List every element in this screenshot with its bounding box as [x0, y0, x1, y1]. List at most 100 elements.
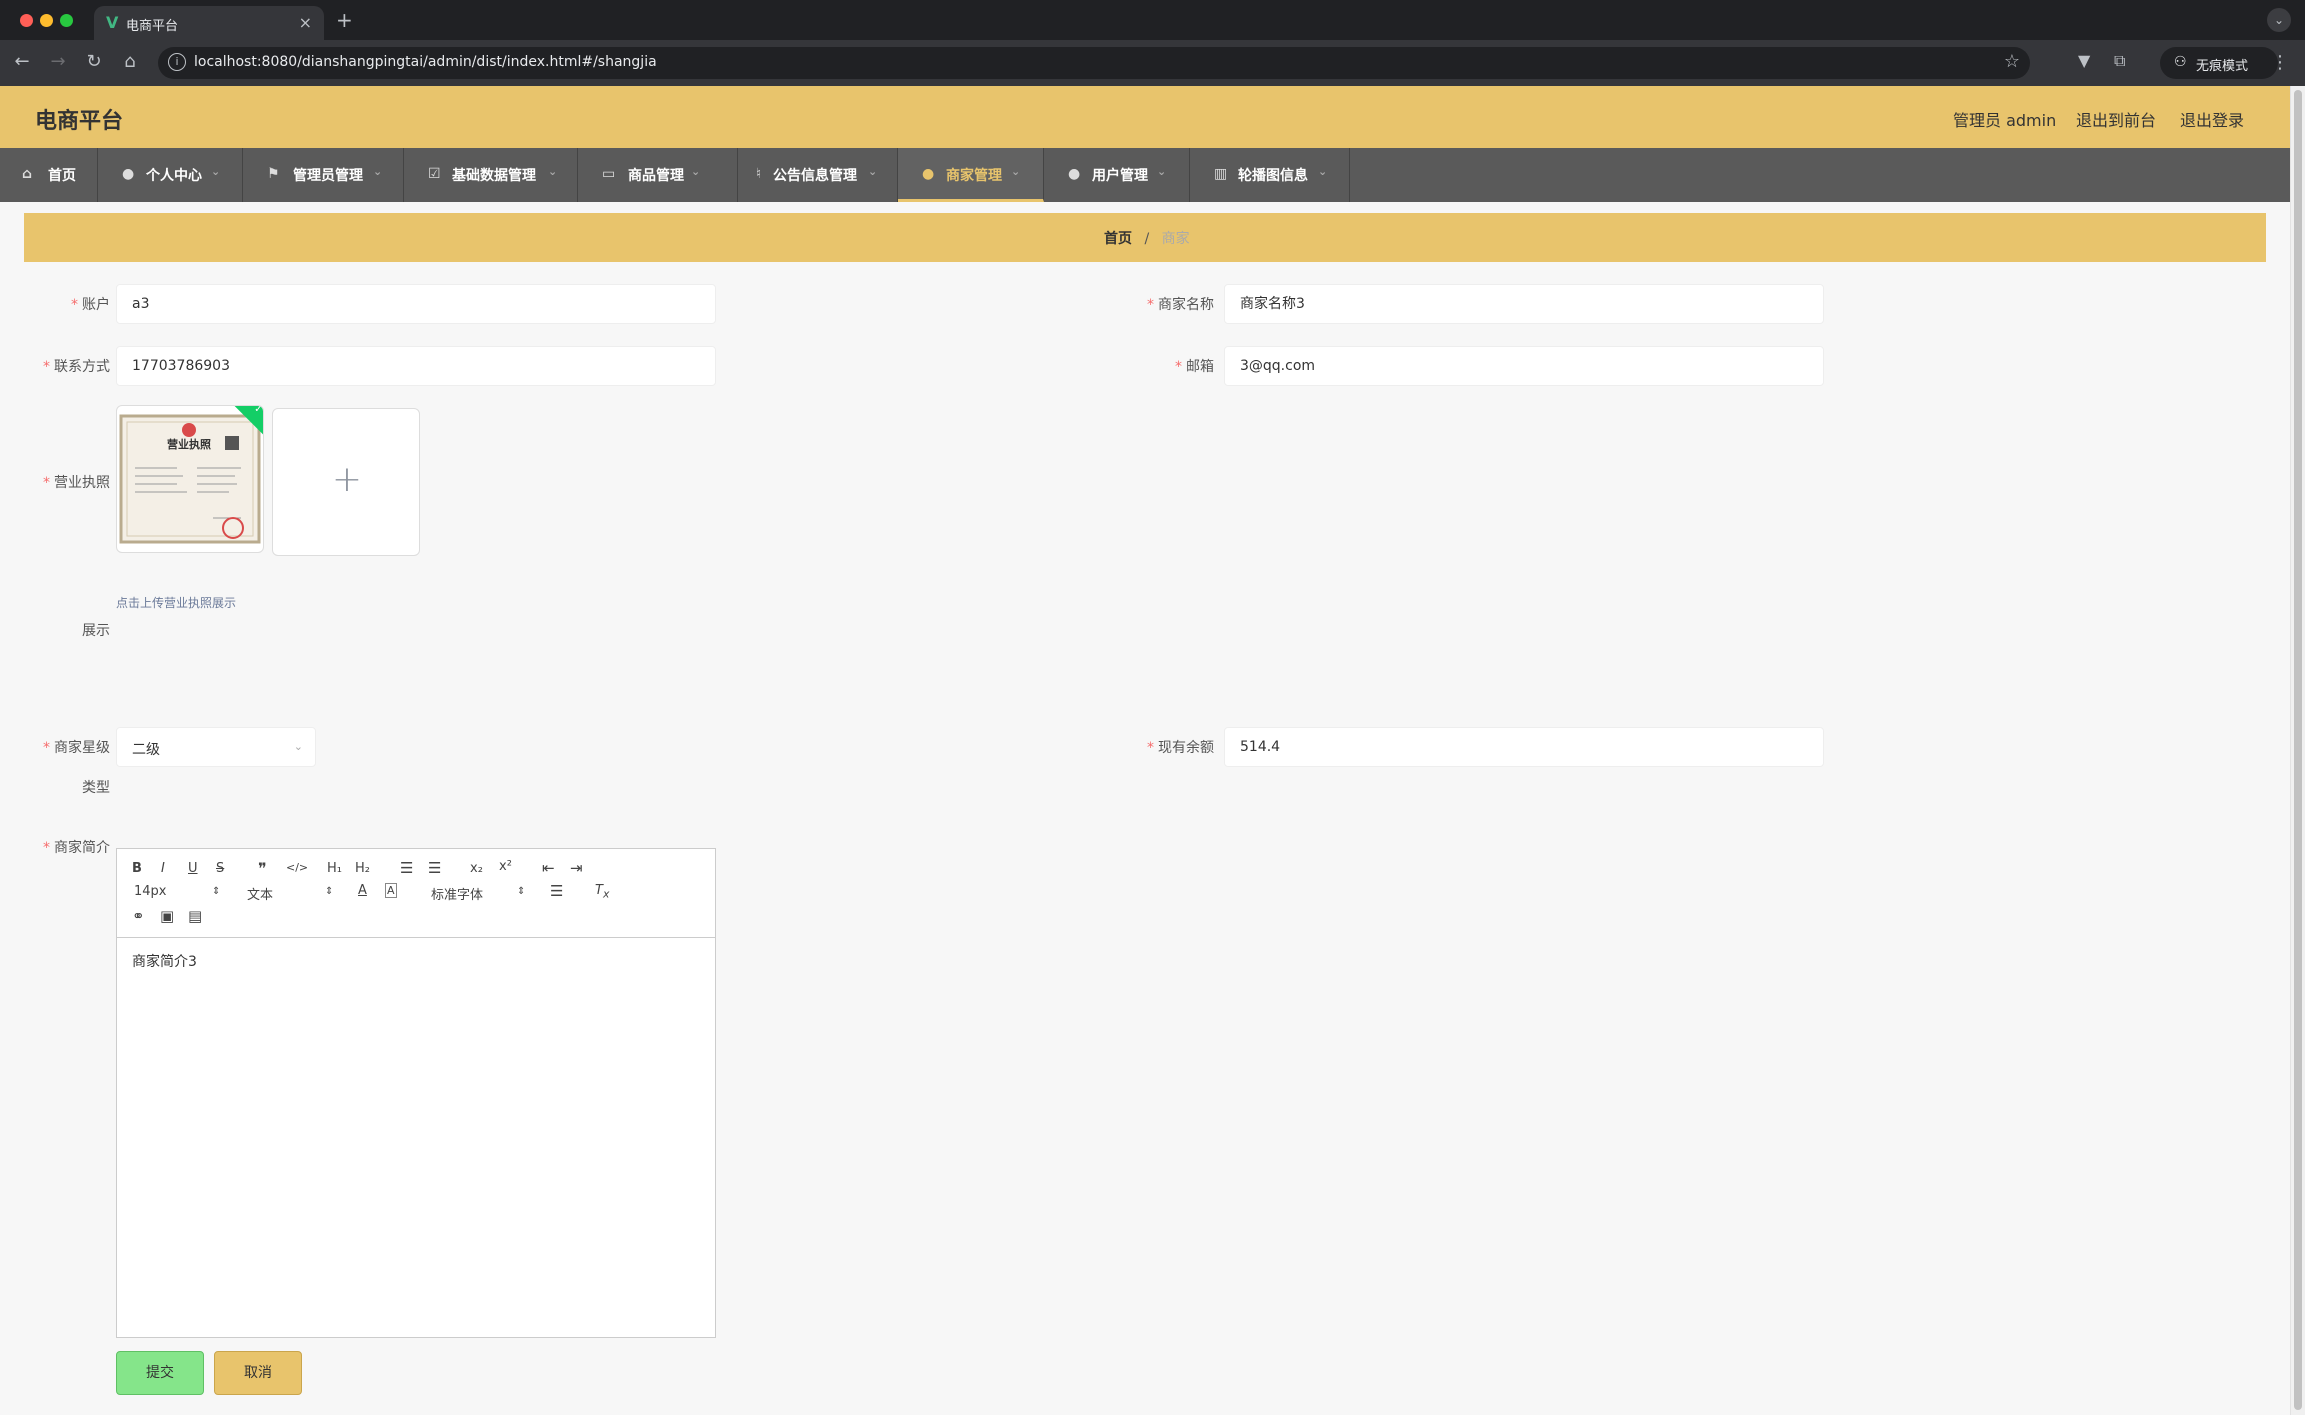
tab-title: 电商平台 [126, 19, 179, 34]
maximize-window-button[interactable] [60, 14, 73, 27]
bold-icon[interactable]: B [132, 861, 142, 876]
account-label: * 账户 [71, 297, 110, 313]
minimize-window-button[interactable] [40, 14, 53, 27]
submit-button[interactable]: 提交 [116, 1351, 204, 1395]
subscript-icon[interactable]: x₂ [470, 861, 483, 876]
extensions-icon[interactable]: ⧉ [2114, 51, 2125, 71]
intro-label: * 商家简介 [43, 840, 110, 856]
video-icon[interactable]: ▤ [188, 907, 202, 925]
main-nav: ⌂ 首页 ● 个人中心 ⌄ ⚑ 管理员管理 ⌄ ☑ 基础数据管理 ⌄ ▭ 商品管… [0, 148, 2290, 202]
nav-item-merchants[interactable]: ● 商家管理 ⌄ [898, 148, 1044, 202]
incognito-badge[interactable]: ⚇ 无痕模式 [2160, 47, 2278, 79]
outdent-icon[interactable]: ⇤ [542, 859, 555, 877]
chevron-down-icon: ⌄ [293, 740, 303, 753]
breadcrumb: 首页 / 商家 [24, 213, 2266, 262]
intro-text[interactable]: 商家简介3 [132, 951, 197, 971]
reload-icon[interactable]: ↻ [82, 51, 106, 72]
select-arrows-icon: ⇕ [212, 886, 221, 897]
new-tab-icon[interactable]: + [336, 8, 353, 32]
bookmark-star-icon[interactable]: ☆ [2004, 51, 2020, 72]
svg-text:营业执照: 营业执照 [167, 437, 211, 451]
back-to-front-link[interactable]: 退出到前台 [2076, 107, 2156, 131]
nav-item-personal[interactable]: ● 个人中心 ⌄ [98, 148, 243, 202]
scrollbar-thumb[interactable] [2294, 90, 2302, 1410]
h2-icon[interactable]: H₂ [355, 861, 370, 876]
nav-label: 商品管理 [628, 168, 684, 184]
user-icon: ● [1068, 166, 1081, 182]
check-icon: ✓ [254, 405, 263, 415]
url-field[interactable]: i localhost:8080/dianshangpingtai/admin/… [158, 47, 2030, 79]
plus-icon: + [331, 459, 363, 500]
location-icon: ● [922, 166, 935, 182]
quote-icon[interactable]: ❞ [258, 859, 267, 878]
more-menu-icon[interactable]: ⋮ [2271, 52, 2289, 73]
text-color-icon[interactable]: A [358, 883, 367, 898]
license-image-thumbnail[interactable]: 营业执照 ✓ [116, 405, 264, 553]
nav-label: 个人中心 [146, 168, 202, 184]
balance-input[interactable]: 514.4 [1224, 727, 1824, 767]
browser-tab[interactable]: V 电商平台 × [94, 6, 324, 40]
email-input[interactable]: 3@qq.com [1224, 346, 1824, 386]
card-icon: ▭ [602, 166, 616, 182]
page-scrollbar[interactable] [2290, 86, 2305, 1415]
code-icon[interactable]: </> [286, 861, 308, 874]
level-value: 二级 [132, 742, 160, 758]
bullet-list-icon[interactable]: ☰ [428, 859, 441, 877]
nav-item-products[interactable]: ▭ 商品管理 ⌄ [578, 148, 738, 202]
license-upload-tip: 点击上传营业执照展示 [116, 596, 237, 610]
tab-search-icon[interactable]: ⌄ [2267, 8, 2291, 32]
font-family-select[interactable]: 标准字体 ⇕ [431, 884, 526, 903]
url-text: localhost:8080/dianshangpingtai/admin/di… [194, 54, 657, 70]
align-icon[interactable]: ☰ [550, 882, 563, 900]
vue-devtools-icon[interactable]: ▼ [2078, 51, 2090, 70]
site-info-icon[interactable]: i [168, 53, 186, 71]
indent-icon[interactable]: ⇥ [570, 859, 583, 877]
nav-item-base-data[interactable]: ☑ 基础数据管理 ⌄ [404, 148, 578, 202]
back-icon[interactable]: ← [10, 51, 34, 72]
incognito-label: 无痕模式 [2196, 59, 2249, 74]
logout-link[interactable]: 退出登录 [2180, 107, 2244, 131]
close-window-button[interactable] [20, 14, 33, 27]
chevron-down-icon: ⌄ [1157, 165, 1167, 178]
incognito-icon: ⚇ [2174, 54, 2187, 70]
nav-item-notices[interactable]: ♮ 公告信息管理 ⌄ [738, 148, 898, 202]
browser-tab-bar: V 电商平台 × + ⌄ [0, 0, 2305, 40]
chart-icon: ▥ [1214, 166, 1228, 182]
upload-add-button[interactable]: + [272, 408, 420, 556]
format-select[interactable]: 文本 ⇕ [247, 884, 337, 903]
chevron-down-icon: ⌄ [211, 165, 221, 178]
clear-format-icon[interactable]: Tx [595, 883, 609, 901]
image-icon[interactable]: ▣ [160, 907, 174, 925]
cancel-button[interactable]: 取消 [214, 1351, 302, 1395]
nav-label: 商家管理 [946, 168, 1002, 184]
link-icon[interactable]: ⚭ [132, 907, 145, 925]
nav-item-carousel[interactable]: ▥ 轮播图信息 ⌄ [1190, 148, 1350, 202]
email-label: * 邮箱 [1175, 359, 1214, 375]
strike-icon[interactable]: S [216, 861, 224, 876]
nav-item-home[interactable]: ⌂ 首页 [0, 148, 98, 202]
merchant-name-input[interactable]: 商家名称3 [1224, 284, 1824, 324]
font-size-select[interactable]: 14px ⇕ [134, 884, 224, 899]
nav-label: 轮播图信息 [1238, 168, 1308, 184]
breadcrumb-home[interactable]: 首页 [1104, 231, 1132, 247]
business-license-image: 营业执照 [119, 414, 261, 544]
background-color-icon[interactable]: A [385, 883, 397, 898]
chevron-down-icon: ⌄ [1011, 165, 1021, 178]
ordered-list-icon[interactable]: ☰ [400, 859, 413, 877]
italic-icon[interactable]: I [161, 861, 165, 876]
forward-icon[interactable]: → [46, 51, 70, 72]
h1-icon[interactable]: H₁ [327, 861, 342, 876]
home-icon[interactable]: ⌂ [118, 51, 142, 72]
underline-icon[interactable]: U [188, 861, 198, 876]
chevron-down-icon: ⌄ [868, 165, 878, 178]
phone-input[interactable]: 17703786903 [116, 346, 716, 386]
balance-label: * 现有余额 [1147, 740, 1214, 756]
tab-close-icon[interactable]: × [299, 13, 312, 32]
level-select[interactable]: 二级 ⌄ [116, 727, 316, 767]
breadcrumb-separator: / [1144, 231, 1150, 247]
superscript-icon[interactable]: x² [499, 859, 512, 874]
nav-item-admins[interactable]: ⚑ 管理员管理 ⌄ [243, 148, 404, 202]
app-header: 电商平台 管理员 admin 退出到前台 退出登录 [0, 86, 2290, 148]
account-input[interactable]: a3 [116, 284, 716, 324]
nav-item-users[interactable]: ● 用户管理 ⌄ [1044, 148, 1190, 202]
